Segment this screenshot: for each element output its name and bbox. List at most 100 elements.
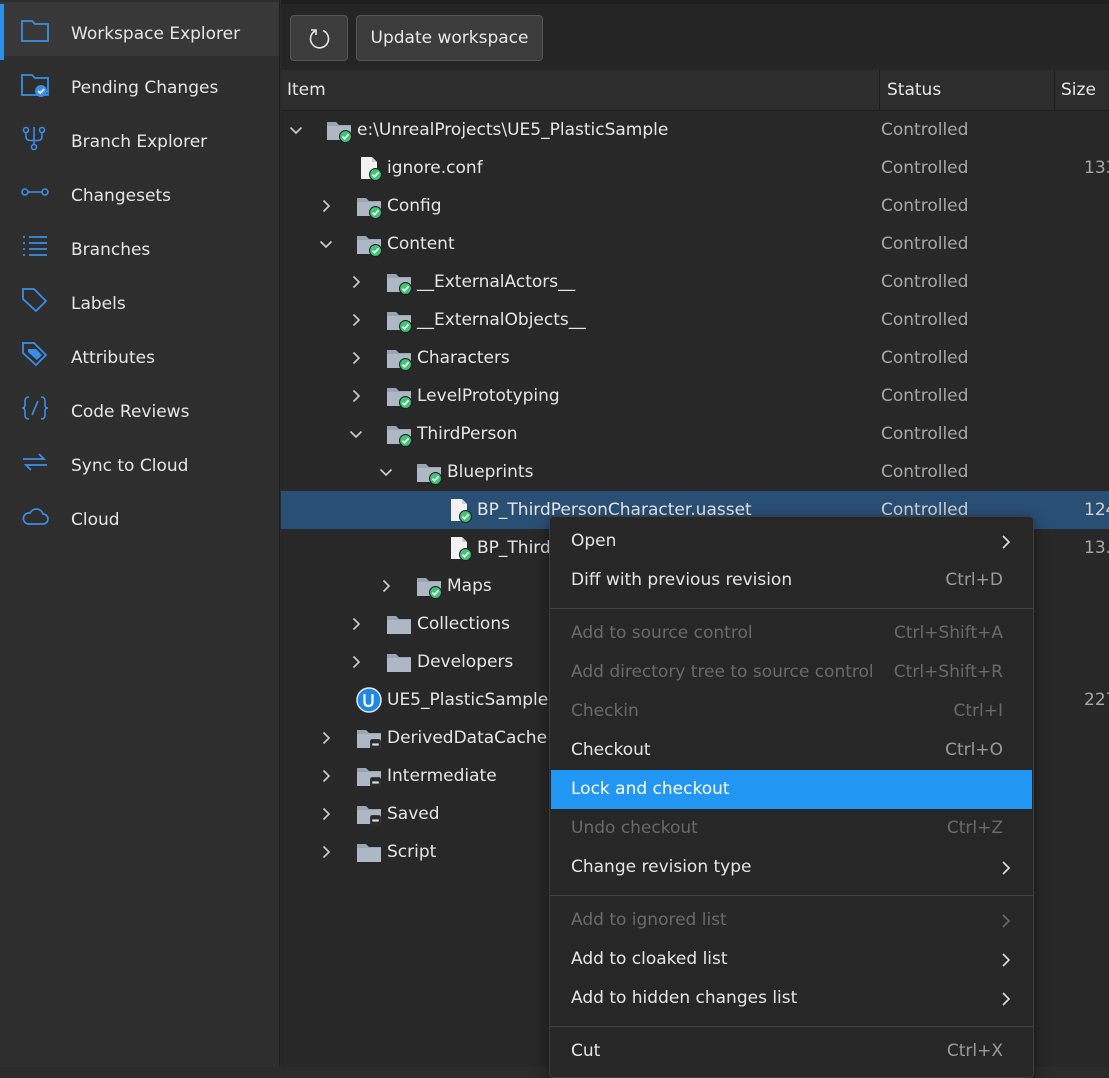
menu-item-label: Add to ignored list bbox=[571, 910, 727, 930]
menu-item-shortcut: Ctrl+X bbox=[946, 1041, 1003, 1061]
menu-separator bbox=[550, 1026, 1033, 1027]
unreal-project-icon bbox=[356, 687, 382, 713]
chevron-right-icon[interactable] bbox=[349, 351, 363, 365]
item-status: Controlled bbox=[881, 196, 969, 216]
menu-item-shortcut: Ctrl+O bbox=[945, 740, 1003, 760]
sidebar-item-workspace-explorer[interactable]: Workspace Explorer bbox=[0, 2, 279, 60]
label-icon bbox=[22, 288, 48, 313]
folder-icon bbox=[385, 648, 413, 676]
menu-item-label: Add directory tree to source control bbox=[571, 662, 874, 682]
menu-item-label: Cut bbox=[571, 1041, 601, 1061]
item-name: Config bbox=[387, 196, 442, 216]
chevron-right-icon[interactable] bbox=[349, 655, 363, 669]
folder-icon bbox=[355, 724, 383, 750]
item-name: Collections bbox=[417, 614, 510, 634]
chevron-down-icon[interactable] bbox=[379, 465, 393, 479]
folder-icon bbox=[385, 306, 412, 333]
menu-item-add-to-ignored-list[interactable]: Add to ignored list bbox=[550, 901, 1033, 940]
folder-icon bbox=[385, 344, 412, 371]
menu-item-cut[interactable]: Cut Ctrl+X bbox=[550, 1032, 1033, 1071]
menu-item-change-revision-type[interactable]: Change revision type bbox=[550, 848, 1033, 887]
chevron-down-icon[interactable] bbox=[319, 237, 333, 251]
menu-item-add-to-source-control[interactable]: Add to source control Ctrl+Shift+A bbox=[550, 614, 1033, 653]
chevron-right-icon[interactable] bbox=[319, 845, 333, 859]
chevron-right-icon[interactable] bbox=[319, 731, 333, 745]
chevron-right-icon[interactable] bbox=[349, 313, 363, 327]
column-header-item[interactable]: Item bbox=[287, 70, 326, 110]
submenu-arrow-icon bbox=[1002, 953, 1011, 967]
table-row[interactable]: ThirdPerson Controlled bbox=[281, 415, 1109, 453]
menu-item-open[interactable]: Open bbox=[550, 522, 1033, 561]
menu-item-checkin[interactable]: Checkin Ctrl+I bbox=[550, 692, 1033, 731]
menu-item-label: Undo checkout bbox=[571, 818, 698, 838]
item-name: Content bbox=[387, 234, 455, 254]
table-row[interactable]: Characters Controlled bbox=[281, 339, 1109, 377]
item-size: 124. bbox=[1084, 500, 1109, 520]
menu-item-add-to-hidden-changes-list[interactable]: Add to hidden changes list bbox=[550, 979, 1033, 1018]
menu-item-shortcut: Ctrl+Shift+R bbox=[893, 662, 1003, 682]
column-header-status[interactable]: Status bbox=[887, 70, 941, 110]
folder-icon bbox=[355, 838, 383, 866]
item-status: Controlled bbox=[881, 310, 969, 330]
menu-item-lock-and-checkout[interactable]: Lock and checkout bbox=[551, 770, 1032, 809]
sidebar-item-attributes[interactable]: Attributes bbox=[0, 326, 279, 380]
code-review-icon bbox=[21, 396, 49, 420]
refresh-button[interactable] bbox=[290, 15, 348, 61]
menu-item-label: Change revision type bbox=[571, 857, 752, 877]
submenu-arrow-icon bbox=[1002, 861, 1011, 875]
item-name: Blueprints bbox=[447, 462, 534, 482]
sidebar-item-pending-changes[interactable]: Pending Changes bbox=[0, 56, 279, 110]
table-row[interactable]: __ExternalActors__ Controlled bbox=[281, 263, 1109, 301]
item-status: Controlled bbox=[881, 462, 969, 482]
cloud-icon bbox=[22, 508, 49, 525]
table-row[interactable]: Content Controlled bbox=[281, 225, 1109, 263]
menu-item-add-directory-tree-to-source-control[interactable]: Add directory tree to source control Ctrl… bbox=[550, 653, 1033, 692]
chevron-right-icon[interactable] bbox=[319, 769, 333, 783]
item-size: 13.7 bbox=[1084, 538, 1109, 558]
column-resize-handle[interactable] bbox=[879, 70, 880, 110]
menu-item-checkout[interactable]: Checkout Ctrl+O bbox=[550, 731, 1033, 770]
sidebar-item-cloud[interactable]: Cloud bbox=[0, 488, 279, 542]
table-row[interactable]: __ExternalObjects__ Controlled bbox=[281, 301, 1109, 339]
chevron-down-icon[interactable] bbox=[349, 427, 363, 441]
item-status: Controlled bbox=[881, 272, 969, 292]
sidebar-item-labels[interactable]: Labels bbox=[0, 272, 279, 326]
sidebar-item-branch-explorer[interactable]: Branch Explorer bbox=[0, 110, 279, 164]
item-name: ignore.conf bbox=[387, 158, 483, 178]
folder-icon bbox=[355, 230, 382, 257]
folder-icon bbox=[415, 458, 442, 485]
table-row[interactable]: Blueprints Controlled bbox=[281, 453, 1109, 491]
chevron-right-icon[interactable] bbox=[349, 617, 363, 631]
menu-item-add-to-cloaked-list[interactable]: Add to cloaked list bbox=[550, 940, 1033, 979]
sidebar-item-changesets[interactable]: Changesets bbox=[0, 164, 279, 218]
sidebar-item-sync-to-cloud[interactable]: Sync to Cloud bbox=[0, 434, 279, 488]
item-name: DerivedDataCache bbox=[387, 728, 548, 748]
folder-icon bbox=[355, 762, 383, 788]
chevron-right-icon[interactable] bbox=[349, 389, 363, 403]
menu-item-undo-checkout[interactable]: Undo checkout Ctrl+Z bbox=[550, 809, 1033, 848]
sidebar-item-branches[interactable]: Branches bbox=[0, 218, 279, 272]
chevron-right-icon[interactable] bbox=[319, 199, 333, 213]
menu-item-diff-with-previous-revision[interactable]: Diff with previous revision Ctrl+D bbox=[550, 561, 1033, 600]
table-row[interactable]: LevelPrototyping Controlled bbox=[281, 377, 1109, 415]
item-status: Controlled bbox=[881, 234, 969, 254]
column-resize-handle[interactable] bbox=[1054, 70, 1055, 110]
branches-icon bbox=[23, 236, 47, 256]
column-header-size[interactable]: Size bbox=[1061, 70, 1096, 110]
chevron-right-icon[interactable] bbox=[319, 807, 333, 821]
table-row[interactable]: ignore.conf Controlled 133 bbox=[281, 149, 1109, 187]
table-row[interactable]: e:\UnrealProjects\UE5_PlasticSample Contr… bbox=[281, 111, 1109, 149]
chevron-right-icon[interactable] bbox=[349, 275, 363, 289]
update-workspace-button[interactable]: Update workspace bbox=[356, 15, 543, 61]
folder-icon bbox=[385, 420, 412, 447]
sidebar-item-code-reviews[interactable]: Code Reviews bbox=[0, 380, 279, 434]
chevron-right-icon[interactable] bbox=[379, 579, 393, 593]
folder-icon bbox=[355, 192, 382, 219]
submenu-arrow-icon bbox=[1002, 992, 1011, 1006]
table-row[interactable]: Config Controlled bbox=[281, 187, 1109, 225]
menu-item-shortcut: Ctrl+Z bbox=[946, 818, 1003, 838]
menu-item-label: Add to hidden changes list bbox=[571, 988, 798, 1008]
menu-separator bbox=[550, 895, 1033, 896]
chevron-down-icon[interactable] bbox=[289, 123, 303, 137]
branch-explorer-icon bbox=[22, 126, 46, 151]
